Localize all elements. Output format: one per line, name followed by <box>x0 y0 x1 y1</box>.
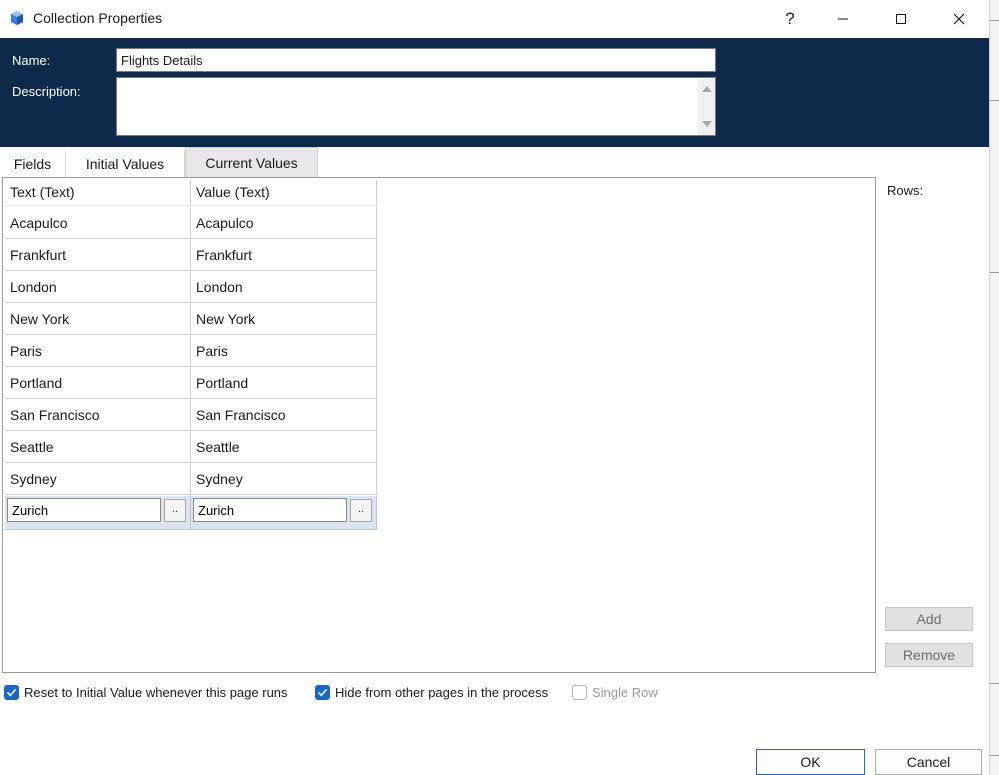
cell-value[interactable]: Acapulco <box>191 207 377 239</box>
close-icon <box>953 13 965 25</box>
cell-value[interactable]: New York <box>191 303 377 335</box>
single-row-label: Single Row <box>592 685 658 700</box>
edit-value-input[interactable] <box>193 498 347 522</box>
cell-text[interactable]: Seattle <box>5 431 191 463</box>
cell-value[interactable]: Seattle <box>191 431 377 463</box>
scroll-up-icon[interactable] <box>702 86 712 92</box>
cell-text[interactable]: Sydney <box>5 463 191 495</box>
cell-value[interactable]: Paris <box>191 335 377 367</box>
tab-strip: Fields Initial Values Current Values <box>0 147 989 177</box>
maximize-button[interactable] <box>876 0 926 38</box>
checkmark-icon <box>317 688 328 697</box>
checkmark-icon <box>6 688 17 697</box>
table-row[interactable]: Seattle Seattle <box>5 431 377 463</box>
cell-value[interactable]: San Francisco <box>191 399 377 431</box>
add-button[interactable]: Add <box>885 607 973 631</box>
hide-label: Hide from other pages in the process <box>335 685 549 700</box>
maximize-icon <box>896 14 906 24</box>
reset-option[interactable]: Reset to Initial Value whenever this pag… <box>4 685 288 700</box>
hide-option[interactable]: Hide from other pages in the process <box>315 685 548 700</box>
edit-cell-value: .. <box>191 496 377 530</box>
help-icon: ? <box>785 9 795 28</box>
edit-text-input[interactable] <box>7 498 161 522</box>
cancel-button[interactable]: Cancel <box>875 749 982 775</box>
cell-text[interactable]: London <box>5 271 191 303</box>
name-label: Name: <box>12 53 51 68</box>
values-grid: Text (Text) Value (Text) Acapulco Acapul… <box>2 177 876 673</box>
header-panel: Name: Description: <box>0 38 989 147</box>
remove-button[interactable]: Remove <box>885 643 973 667</box>
tab-fields[interactable]: Fields <box>0 151 66 177</box>
table-row[interactable]: Sydney Sydney <box>5 463 377 495</box>
rows-label: Rows: <box>887 183 924 198</box>
collection-properties-dialog: Collection Properties ? Name: Descriptio… <box>0 0 989 775</box>
table-row[interactable]: Frankfurt Frankfurt <box>5 239 377 271</box>
single-row-checkbox[interactable] <box>572 685 587 700</box>
description-field[interactable] <box>116 77 716 136</box>
text-ellipsis-button[interactable]: .. <box>164 499 186 522</box>
table-row[interactable]: Acapulco Acapulco <box>5 207 377 239</box>
name-field[interactable] <box>116 48 716 72</box>
tab-initial-values[interactable]: Initial Values <box>66 151 185 177</box>
cell-text[interactable]: New York <box>5 303 191 335</box>
cell-text[interactable]: Acapulco <box>5 207 191 239</box>
cell-text[interactable]: Frankfurt <box>5 239 191 271</box>
column-header-value[interactable]: Value (Text) <box>191 180 377 206</box>
table-row[interactable]: Paris Paris <box>5 335 377 367</box>
cell-value[interactable]: Frankfurt <box>191 239 377 271</box>
table-row[interactable]: New York New York <box>5 303 377 335</box>
reset-checkbox[interactable] <box>4 685 19 700</box>
description-scrollbar[interactable] <box>698 78 715 135</box>
cell-text[interactable]: Portland <box>5 367 191 399</box>
table-row[interactable]: London London <box>5 271 377 303</box>
cell-text[interactable]: Paris <box>5 335 191 367</box>
single-row-option[interactable]: Single Row <box>572 685 658 700</box>
title-bar[interactable]: Collection Properties ? <box>0 0 989 38</box>
hide-checkbox[interactable] <box>315 685 330 700</box>
cell-value[interactable]: London <box>191 271 377 303</box>
tab-current-values[interactable]: Current Values <box>185 147 318 177</box>
reset-label: Reset to Initial Value whenever this pag… <box>24 685 288 700</box>
column-header-text[interactable]: Text (Text) <box>5 180 191 206</box>
collection-app-icon <box>11 11 23 25</box>
background-window <box>989 0 999 775</box>
table-row[interactable]: Portland Portland <box>5 367 377 399</box>
ok-button[interactable]: OK <box>756 749 865 775</box>
cell-value[interactable]: Sydney <box>191 463 377 495</box>
table-row[interactable]: San Francisco San Francisco <box>5 399 377 431</box>
window-title: Collection Properties <box>33 10 163 26</box>
value-ellipsis-button[interactable]: .. <box>350 499 372 522</box>
edit-cell-text: .. <box>5 496 191 530</box>
scroll-down-icon[interactable] <box>702 121 712 127</box>
cell-text[interactable]: San Francisco <box>5 399 191 431</box>
minimize-icon <box>838 18 848 20</box>
table-row-editing[interactable]: .. .. <box>5 496 377 530</box>
cell-value[interactable]: Portland <box>191 367 377 399</box>
help-button[interactable]: ? <box>765 0 815 38</box>
minimize-button[interactable] <box>818 0 868 38</box>
description-label: Description: <box>12 84 81 99</box>
close-button[interactable] <box>934 0 984 38</box>
